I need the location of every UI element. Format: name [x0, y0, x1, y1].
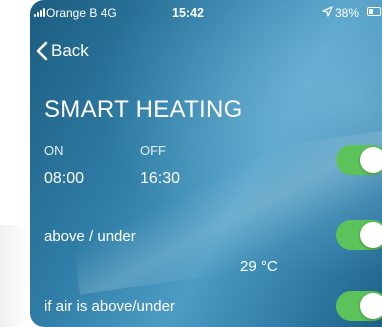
- temperature-value[interactable]: 29 °C: [240, 258, 278, 275]
- air-condition-toggle[interactable]: [336, 291, 382, 321]
- background-sheen: [63, 125, 382, 295]
- page-title: SMART HEATING: [44, 96, 243, 123]
- phone-screen: Orange B 4G 15:42 38% Back SMART HEATING…: [30, 0, 382, 327]
- air-condition-label: if air is above/under: [44, 298, 175, 315]
- on-label: ON: [44, 143, 64, 158]
- location-arrow-icon: [322, 6, 333, 17]
- status-bar: Orange B 4G 15:42 38%: [30, 0, 382, 26]
- above-under-label: above / under: [44, 228, 136, 245]
- schedule-toggle[interactable]: [336, 145, 382, 175]
- toggle-knob: [360, 222, 382, 248]
- battery-percent: 38%: [335, 6, 360, 20]
- toggle-knob: [360, 293, 382, 319]
- page-shadow: [0, 225, 30, 327]
- on-time-value[interactable]: 08:00: [44, 170, 84, 188]
- back-label: Back: [51, 41, 89, 60]
- off-time-value[interactable]: 16:30: [140, 170, 180, 188]
- clock: 15:42: [172, 6, 204, 20]
- battery-icon: [367, 7, 381, 16]
- above-under-toggle[interactable]: [336, 220, 382, 250]
- back-button[interactable]: Back: [36, 40, 89, 62]
- carrier-label: Orange B 4G: [46, 6, 117, 20]
- chevron-left-icon: [36, 41, 48, 61]
- toggle-knob: [360, 147, 382, 173]
- off-label: OFF: [140, 143, 166, 158]
